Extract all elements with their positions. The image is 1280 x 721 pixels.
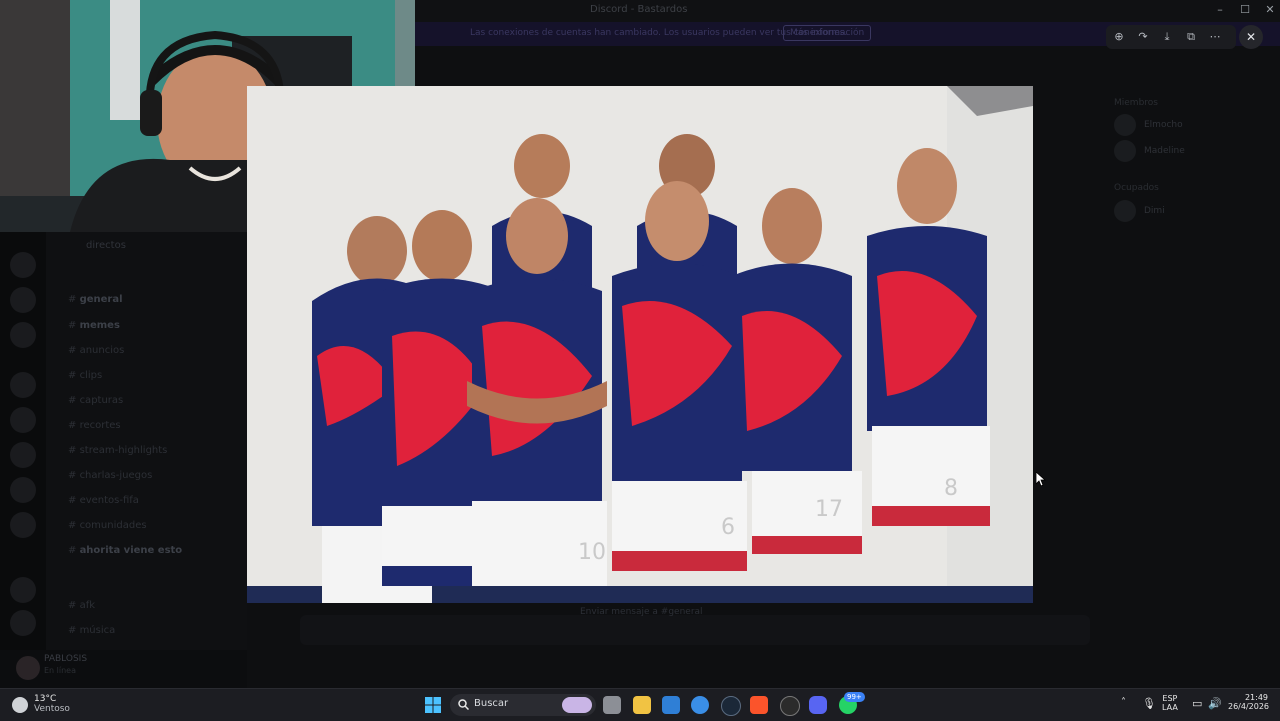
image-viewer-toolbar: ⊕ ↷ ⤓ ⧉ ⋯ [1106, 25, 1236, 49]
add-server-icon[interactable] [10, 577, 36, 603]
server-icon[interactable] [10, 287, 36, 313]
mouse-cursor-icon [1036, 472, 1046, 486]
discover-icon[interactable] [10, 610, 36, 636]
server-icon[interactable] [10, 252, 36, 278]
team-photo-image [247, 86, 1033, 603]
channel-item[interactable]: # charlas-juegos [68, 470, 152, 481]
minimize-button[interactable]: – [1210, 3, 1230, 16]
server-icon[interactable] [10, 407, 36, 433]
microphone-icon[interactable]: 🎙 [1142, 697, 1156, 710]
search-highlight-icon [562, 697, 592, 713]
member-name[interactable]: Dimi [1144, 206, 1165, 216]
download-icon[interactable]: ⤓ [1158, 28, 1176, 46]
jersey-number: 6 [721, 515, 735, 540]
channel-item[interactable]: # clips [68, 370, 102, 381]
clock[interactable]: 21:49 26/4/2026 [1228, 693, 1269, 711]
tray-chevron-icon[interactable]: ˄ [1121, 697, 1126, 708]
team-photo[interactable] [247, 86, 1033, 603]
maximize-button[interactable]: ☐ [1235, 3, 1255, 16]
window-title: Discord - Bastardos [590, 4, 688, 15]
forward-icon[interactable]: ↷ [1134, 28, 1152, 46]
store-icon[interactable] [662, 696, 680, 714]
avatar[interactable] [16, 656, 40, 680]
server-icon[interactable] [10, 372, 36, 398]
brave-icon[interactable] [750, 696, 768, 714]
weather-icon [12, 697, 28, 713]
member-name[interactable]: Madeline [1144, 146, 1185, 156]
taskbar: 13°C Ventoso Buscar 99+ ˄ 🎙 ESP LAA ▭ 🔊 … [0, 688, 1280, 721]
app-icon[interactable] [780, 696, 800, 716]
server-list [0, 232, 46, 688]
user-panel: PABLOSIS En línea [0, 650, 247, 688]
member-section-label: Ocupados [1114, 183, 1159, 193]
channel-item[interactable]: # general [68, 294, 123, 305]
channel-item[interactable]: # eventos-fifa [68, 495, 139, 506]
member-avatar[interactable] [1114, 200, 1136, 222]
weather-widget[interactable]: 13°C Ventoso [12, 694, 70, 714]
volume-icon[interactable]: 🔊 [1208, 697, 1222, 710]
close-viewer-button[interactable]: ✕ [1239, 25, 1263, 49]
channel-item[interactable]: # anuncios [68, 345, 124, 356]
user-status: En línea [44, 666, 77, 675]
username: PABLOSIS [44, 654, 88, 664]
channel-item[interactable]: # memes [68, 320, 120, 331]
task-view-icon[interactable] [603, 696, 621, 714]
channel-item[interactable]: # afk [68, 600, 95, 611]
server-icon[interactable] [10, 322, 36, 348]
channel-item[interactable]: # capturas [68, 395, 123, 406]
start-icon[interactable] [425, 697, 441, 713]
more-icon[interactable]: ⋯ [1206, 28, 1224, 46]
server-icon[interactable] [10, 477, 36, 503]
channel-item[interactable]: # recortes [68, 420, 121, 431]
member-section-label: Miembros [1114, 98, 1158, 108]
channel-sidebar: directos # general # memes # anuncios # … [46, 232, 247, 650]
edge-icon[interactable] [691, 696, 709, 714]
zoom-icon[interactable]: ⊕ [1110, 28, 1128, 46]
notice-button[interactable]: Más información [783, 25, 872, 41]
window-close-button[interactable]: ✕ [1260, 3, 1280, 16]
message-input[interactable]: Enviar mensaje a #general [300, 607, 1090, 645]
network-icon[interactable]: ▭ [1192, 697, 1202, 710]
window-titlebar: Discord - Bastardos – ☐ ✕ [415, 0, 1280, 22]
server-icon[interactable] [10, 442, 36, 468]
file-explorer-icon[interactable] [633, 696, 651, 714]
member-name[interactable]: Elmocho [1144, 120, 1183, 130]
steam-icon[interactable] [721, 696, 741, 716]
channel-category[interactable]: directos [86, 240, 126, 251]
notification-badge: 99+ [844, 692, 865, 702]
message-placeholder: Enviar mensaje a #general [580, 607, 703, 617]
channel-item[interactable]: # ahorita viene esto [68, 545, 182, 556]
jersey-number: 10 [578, 540, 606, 565]
weather-temp: 13°C [34, 694, 57, 704]
search-placeholder: Buscar [474, 698, 509, 709]
channel-item[interactable]: # música [68, 625, 115, 636]
open-external-icon[interactable]: ⧉ [1182, 28, 1200, 46]
discord-icon[interactable] [809, 696, 827, 714]
jersey-number: 8 [944, 476, 958, 501]
member-avatar[interactable] [1114, 114, 1136, 136]
member-avatar[interactable] [1114, 140, 1136, 162]
weather-desc: Ventoso [34, 704, 70, 714]
search-icon [458, 699, 469, 710]
channel-item[interactable]: # comunidades [68, 520, 147, 531]
taskbar-search[interactable]: Buscar [450, 694, 596, 716]
channel-item[interactable]: # stream-highlights [68, 445, 167, 456]
language-indicator[interactable]: ESP LAA [1162, 694, 1178, 712]
jersey-number: 17 [815, 497, 843, 522]
server-icon[interactable] [10, 512, 36, 538]
member-list: Miembros Elmocho Madeline Ocupados Dimi [1100, 88, 1280, 588]
